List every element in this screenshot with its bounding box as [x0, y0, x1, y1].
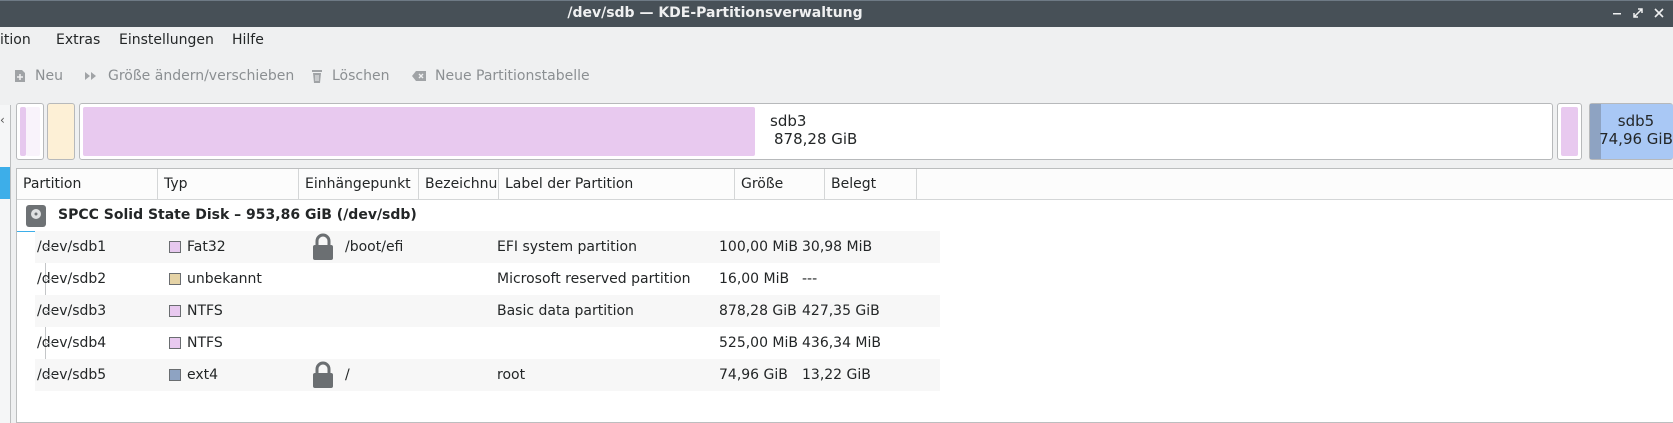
partition-size: 878,28 GiB — [719, 303, 797, 319]
filesystem-type: ext4 — [187, 367, 219, 383]
tree-branch — [45, 311, 53, 312]
disk-icon — [25, 204, 47, 232]
new-partition-table-label: Neue Partitionstabelle — [435, 68, 590, 84]
clear-table-icon — [411, 69, 427, 83]
mount-point: / — [345, 367, 350, 383]
sdb5-name: sdb5 — [1617, 112, 1655, 130]
partition-label: Microsoft reserved partition — [497, 271, 691, 287]
resize-button[interactable]: Größe ändern/verschieben — [84, 68, 294, 84]
minimize-icon[interactable] — [1608, 4, 1626, 22]
partition-size: 16,00 MiB — [719, 271, 790, 287]
lock-icon — [311, 361, 335, 393]
col-type[interactable]: Typ — [158, 169, 299, 199]
filesystem-color-swatch — [169, 273, 181, 285]
partition-label: Basic data partition — [497, 303, 634, 319]
partition-graph: sdb3 878,28 GiB sdb5 74,96 GiB — [0, 103, 1673, 160]
menu-bar: ition Extras Einstellungen Hilfe — [0, 27, 1673, 57]
partition-used: 30,98 MiB — [802, 239, 873, 255]
disk-row[interactable]: SPCC Solid State Disk – 953,86 GiB (/dev… — [17, 199, 940, 232]
col-size[interactable]: Größe — [735, 169, 825, 199]
sdb5-text: sdb5 74,96 GiB — [1594, 112, 1673, 148]
table-row[interactable]: /dev/sdb1 Fat32/boot/efi EFI system partit… — [35, 231, 940, 263]
filesystem-color-swatch — [169, 241, 181, 253]
table-row[interactable]: /dev/sdb4 NTFS 525,00 MiB 436,34 MiB — [35, 327, 940, 359]
table-row[interactable]: /dev/sdb5 ext4/root 74,96 GiB 13,22 GiB — [35, 359, 940, 391]
disk-title: SPCC Solid State Disk – 953,86 GiB (/dev… — [58, 207, 417, 223]
partition-size: 74,96 GiB — [719, 367, 788, 383]
partition-used: 13,22 GiB — [802, 367, 871, 383]
maximize-icon[interactable] — [1629, 4, 1647, 22]
new-partition-table-button[interactable]: Neue Partitionstabelle — [411, 68, 590, 84]
menu-help[interactable]: Hilfe — [232, 32, 264, 48]
new-icon — [13, 69, 27, 83]
col-used[interactable]: Belegt — [825, 169, 917, 199]
resize-icon — [84, 69, 100, 83]
partition-block-sdb3[interactable]: sdb3 878,28 GiB — [79, 103, 1553, 160]
filesystem-type: NTFS — [187, 303, 223, 319]
filesystem-color-swatch — [169, 369, 181, 381]
close-icon[interactable] — [1650, 4, 1668, 22]
dock-selected-item[interactable] — [0, 167, 10, 199]
menu-partition[interactable]: ition — [0, 32, 31, 48]
filesystem-type: unbekannt — [187, 271, 262, 287]
tree-branch — [45, 247, 53, 248]
menu-extras[interactable]: Extras — [56, 32, 100, 48]
table-header: Partition Typ Einhängepunkt Bezeichnu La… — [17, 169, 1673, 200]
trash-icon — [310, 69, 324, 84]
partition-label: EFI system partition — [497, 239, 637, 255]
col-mountpoint[interactable]: Einhängepunkt — [299, 169, 419, 199]
title-bar[interactable]: /dev/sdb — KDE-Partitionsverwaltung — [0, 0, 1673, 27]
partition-label: root — [497, 367, 526, 383]
window-title: /dev/sdb — KDE-Partitionsverwaltung — [567, 5, 863, 21]
mount-point: /boot/efi — [345, 239, 404, 255]
new-button[interactable]: Neu — [13, 68, 63, 84]
delete-button[interactable]: Löschen — [310, 68, 389, 84]
resize-label: Größe ändern/verschieben — [108, 68, 295, 84]
tree-branch — [45, 279, 53, 280]
partition-block-sdb2[interactable] — [47, 103, 75, 160]
table-row[interactable]: /dev/sdb3 NTFS Basic data partition 878,28 … — [35, 295, 940, 327]
tree-branch — [45, 343, 53, 344]
filesystem-color-swatch — [169, 305, 181, 317]
partition-table[interactable]: Partition Typ Einhängepunkt Bezeichnu La… — [16, 168, 1673, 423]
partition-block-sdb4[interactable] — [1557, 103, 1582, 160]
col-partition[interactable]: Partition — [17, 169, 158, 199]
partition-used: 436,34 MiB — [802, 335, 882, 351]
menu-settings[interactable]: Einstellungen — [119, 32, 214, 48]
col-name[interactable]: Bezeichnu — [419, 169, 499, 199]
toolbar: Neu Größe ändern/verschieben Löschen Neu… — [0, 62, 1673, 94]
filesystem-type: NTFS — [187, 335, 223, 351]
filesystem-color-swatch — [169, 337, 181, 349]
sdb5-size: 74,96 GiB — [1599, 130, 1673, 148]
partition-block-sdb5[interactable]: sdb5 74,96 GiB — [1589, 103, 1673, 160]
table-row[interactable]: /dev/sdb2 unbekannt Microsoft reserved par… — [35, 263, 940, 295]
partition-size: 100,00 MiB — [719, 239, 799, 255]
delete-label: Löschen — [332, 68, 390, 84]
filesystem-type: Fat32 — [187, 239, 226, 255]
new-label: Neu — [35, 68, 63, 84]
sdb3-size: 878,28 GiB — [774, 130, 858, 148]
partition-block-sdb1[interactable] — [16, 103, 44, 160]
lock-icon — [311, 233, 335, 265]
col-label[interactable]: Label der Partition — [499, 169, 735, 199]
tree-branch — [45, 375, 53, 376]
partition-used: --- — [802, 271, 818, 287]
partition-size: 525,00 MiB — [719, 335, 799, 351]
sdb3-name: sdb3 — [770, 112, 807, 130]
partition-used: 427,35 GiB — [802, 303, 880, 319]
